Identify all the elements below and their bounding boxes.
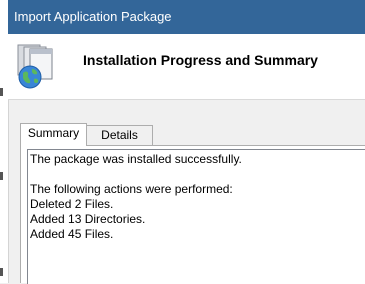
dialog-header: Installation Progress and Summary	[8, 34, 365, 100]
summary-line: Added 13 Directories.	[30, 212, 146, 226]
edge-mark	[0, 268, 3, 276]
summary-line: Added 45 Files.	[30, 227, 114, 241]
summary-line: The package was installed successfully.	[30, 152, 242, 166]
package-globe-icon	[17, 44, 53, 89]
summary-panel: The package was installed successfully. …	[20, 145, 365, 284]
page-heading: Installation Progress and Summary	[83, 52, 318, 68]
tab-details[interactable]: Details	[86, 125, 153, 145]
summary-line: Deleted 2 Files.	[30, 197, 114, 211]
tab-summary[interactable]: Summary	[20, 123, 87, 146]
summary-textbox[interactable]: The package was installed successfully. …	[27, 149, 365, 284]
dialog-titlebar[interactable]: Import Application Package	[8, 0, 365, 34]
edge-mark	[0, 172, 3, 180]
summary-line	[28, 167, 365, 182]
edge-mark	[0, 88, 3, 96]
summary-line: The following actions were performed:	[30, 182, 233, 196]
dialog-title: Import Application Package	[14, 9, 172, 24]
